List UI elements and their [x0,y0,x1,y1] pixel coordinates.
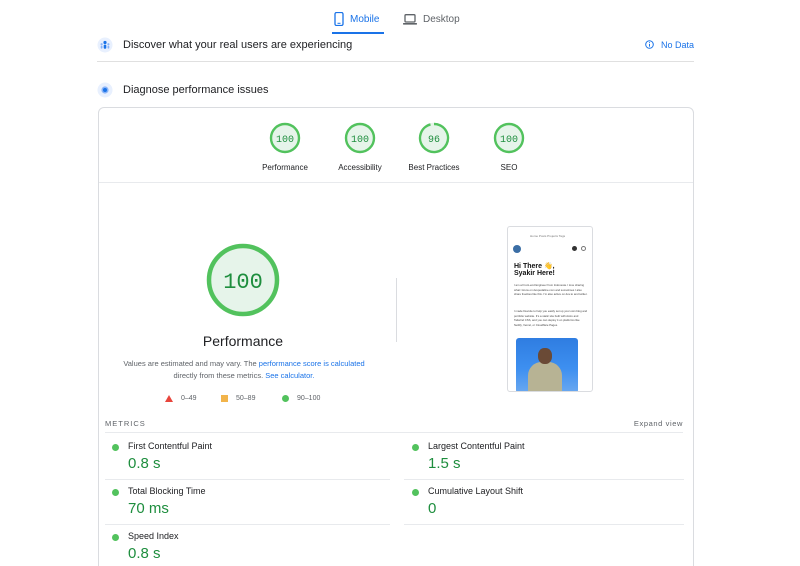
score-legend: 0–49 50–89 90–100 [165,395,335,407]
seo-label: SEO [500,163,518,172]
score-summary: 100 Performance 100 Accessibility 96 Bes… [99,108,693,183]
metric-row-divider [404,524,684,525]
description-text-2: directly from these metrics. [173,371,266,380]
diagnose-section: Diagnose performance issues [97,75,694,105]
users-icon [97,37,113,53]
metric-si: Speed Index 0.8 s [112,531,382,566]
square-icon [221,395,228,402]
legend-pass: 90–100 [282,395,320,402]
metric-si-name: Speed Index [128,531,179,541]
discover-section[interactable]: Discover what your real users are experi… [97,28,694,62]
pass-dot [112,489,119,496]
metric-lcp-name: Largest Contentful Paint [428,441,525,451]
tab-desktop-label: Desktop [423,13,460,25]
accessibility-label: Accessibility [338,163,382,172]
metrics-header: METRICS [105,419,146,428]
description-text-1: Values are estimated and may vary. The [123,359,259,368]
metric-cls: Cumulative Layout Shift 0 [412,486,682,526]
legend-fail: 0–49 [165,395,197,402]
tab-mobile-label: Mobile [350,13,380,25]
divider [396,278,397,342]
accessibility-score: 100 [351,135,369,146]
accessibility-gauge[interactable]: 100 Accessibility [320,122,400,172]
seo-gauge[interactable]: 100 SEO [469,122,549,172]
preview-text-1: I am a Front-end Engineer from Indonesia… [514,283,588,297]
preview-nav: Home Posts Projects Tags [530,234,566,238]
pass-dot [112,444,119,451]
expand-view-button[interactable]: Expand view [634,419,683,428]
theme-toggle-icon [581,246,586,251]
main-score: 100 [223,270,263,295]
legend-pass-label: 90–100 [297,395,321,402]
legend-average-label: 50–89 [236,395,256,402]
diagnose-title: Diagnose performance issues [123,84,269,96]
triangle-icon [165,395,173,402]
metric-tbt-name: Total Blocking Time [128,486,206,496]
no-data-label: No Data [660,39,694,50]
seo-score: 100 [500,135,518,146]
preview-headline-2: Syakir Here! [514,270,555,277]
metric-lcp-value: 1.5 s [428,455,461,472]
preview-photo [516,338,578,391]
legend-average: 50–89 [221,395,255,402]
lighthouse-icon [97,82,113,98]
metric-cls-name: Cumulative Layout Shift [428,486,524,496]
metric-lcp: Largest Contentful Paint 1.5 s [412,441,682,481]
best-practices-gauge[interactable]: 96 Best Practices [394,122,474,172]
github-icon [572,246,577,251]
metrics-divider [105,432,683,433]
main-score-title: Performance [202,333,284,349]
smartphone-icon [334,12,344,26]
page-screenshot-preview[interactable]: Home Posts Projects Tags Hi There 👋, Sya… [507,226,593,392]
metric-row-divider [404,479,684,480]
pass-dot [112,534,119,541]
metric-row-divider [105,479,390,480]
preview-headline-1: Hi There 👋, [514,263,555,270]
legend-fail-label: 0–49 [181,395,197,402]
metric-tbt: Total Blocking Time 70 ms [112,486,382,526]
preview-photo-body [528,362,562,391]
performance-score: 100 [276,135,294,146]
metric-cls-value: 0 [428,500,437,517]
performance-label: Performance [262,163,308,172]
preview-photo-head [538,348,552,364]
info-icon [645,40,654,49]
preview-text-2: I made Devsite to help you easily set up… [514,309,588,327]
pass-dot [412,489,419,496]
laptop-icon [403,13,417,25]
performance-score-link[interactable]: performance score is calculated [259,359,365,368]
best-practices-label: Best Practices [408,163,460,172]
circle-icon [282,395,289,402]
pass-dot [412,444,419,451]
metric-fcp-value: 0.8 s [128,455,161,472]
metric-fcp-name: First Contentful Paint [128,441,213,451]
lighthouse-report-card: 100 Performance 100 Accessibility 96 Bes… [98,107,694,566]
no-data-status[interactable]: No Data [645,40,694,50]
performance-main-gauge: 100 [205,242,281,318]
best-practices-score: 96 [428,135,440,146]
metric-row-divider [105,524,390,525]
metric-si-value: 0.8 s [128,545,161,562]
score-description: Values are estimated and may vary. The p… [119,358,369,382]
calculator-link[interactable]: See calculator. [265,371,314,380]
preview-avatar [513,245,521,253]
performance-gauge[interactable]: 100 Performance [245,122,325,172]
metric-fcp: First Contentful Paint 0.8 s [112,441,382,481]
discover-title: Discover what your real users are experi… [123,38,353,51]
metric-tbt-value: 70 ms [128,500,169,517]
